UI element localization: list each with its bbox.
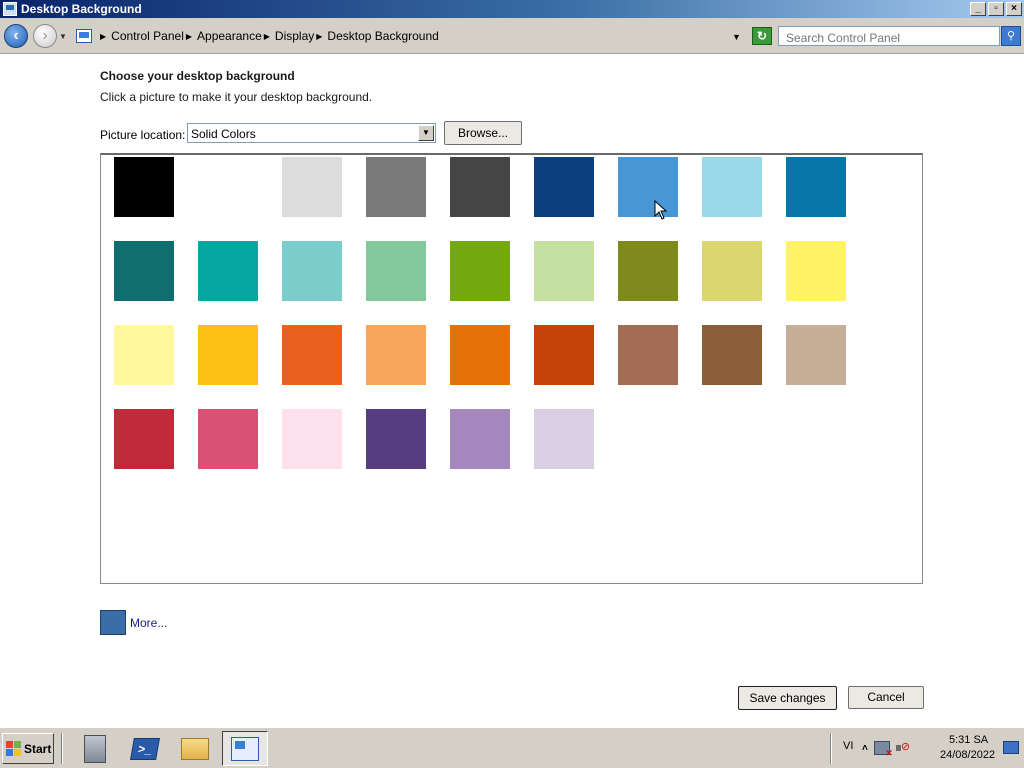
picture-location-value: Solid Colors — [191, 127, 256, 141]
color-swatch[interactable] — [450, 325, 510, 385]
color-swatch[interactable] — [366, 409, 426, 469]
color-swatch[interactable] — [786, 241, 846, 301]
clock-date[interactable]: 24/08/2022 — [940, 749, 995, 761]
refresh-icon[interactable]: ↻ — [752, 27, 772, 45]
forward-arrow-icon[interactable]: › — [33, 24, 57, 48]
recent-pages-dropdown-icon[interactable]: ▼ — [59, 32, 67, 41]
color-swatch[interactable] — [198, 325, 258, 385]
color-swatch[interactable] — [702, 241, 762, 301]
close-button[interactable]: × — [1006, 2, 1022, 16]
taskbar-control-panel[interactable] — [222, 731, 268, 766]
volume-muted-icon[interactable] — [895, 740, 910, 755]
maximize-button[interactable]: ▫ — [988, 2, 1004, 16]
browse-button[interactable]: Browse... — [444, 121, 522, 145]
folder-icon — [181, 737, 209, 760]
show-desktop-icon[interactable] — [1003, 741, 1019, 754]
control-panel-icon — [76, 29, 92, 43]
color-swatch[interactable] — [450, 157, 510, 217]
color-swatch[interactable] — [282, 157, 342, 217]
color-swatch[interactable] — [702, 157, 762, 217]
more-colors-link[interactable]: More... — [130, 616, 167, 630]
breadcrumb-item-appearance[interactable]: Appearance ▶ — [197, 29, 275, 43]
color-swatch[interactable] — [534, 157, 594, 217]
control-panel-icon — [231, 736, 259, 761]
color-swatch[interactable] — [282, 325, 342, 385]
address-breadcrumb[interactable]: ▶ Control Panel ▶ Appearance ▶ Display ▶ De… — [73, 26, 748, 46]
page-title: Choose your desktop background — [100, 69, 295, 83]
taskbar-divider — [61, 733, 63, 764]
more-colors-swatch[interactable] — [100, 610, 126, 635]
save-changes-button[interactable]: Save changes — [738, 686, 837, 710]
picture-location-select[interactable]: Solid Colors ▼ — [187, 123, 436, 143]
control-panel-app-icon — [3, 2, 17, 16]
color-swatch[interactable] — [114, 409, 174, 469]
color-swatch[interactable] — [786, 325, 846, 385]
color-swatch[interactable] — [618, 325, 678, 385]
color-swatch[interactable] — [114, 325, 174, 385]
address-dropdown-icon[interactable]: ▼ — [732, 32, 741, 42]
chevron-down-icon[interactable]: ▼ — [418, 125, 434, 141]
color-swatch[interactable] — [366, 241, 426, 301]
language-indicator[interactable]: VI — [843, 740, 853, 752]
search-input[interactable] — [778, 26, 1000, 46]
chevron-right-icon[interactable]: ▶ — [316, 32, 322, 41]
chevron-right-icon[interactable]: ▶ — [186, 32, 192, 41]
search-icon[interactable]: ⚲ — [1001, 26, 1021, 46]
color-swatch[interactable] — [282, 409, 342, 469]
breadcrumb-item-desktop-background[interactable]: Desktop Background — [327, 29, 438, 43]
color-swatch-grid — [100, 153, 923, 584]
breadcrumb-item-root[interactable]: ▶ — [98, 32, 111, 41]
network-disconnected-icon[interactable] — [873, 741, 893, 759]
system-tray: ˄ — [862, 736, 932, 760]
color-swatch[interactable] — [366, 157, 426, 217]
color-swatch[interactable] — [114, 157, 174, 217]
window-title: Desktop Background — [21, 2, 142, 16]
navigation-bar: ‹ › ▼ ▶ Control Panel ▶ Appearance ▶ Displ… — [0, 18, 1024, 54]
taskbar-divider — [830, 733, 832, 764]
taskbar-server-manager[interactable] — [72, 731, 118, 766]
windows-flag-icon — [6, 740, 22, 757]
color-swatch[interactable] — [198, 409, 258, 469]
color-swatch[interactable] — [534, 325, 594, 385]
server-manager-icon — [84, 734, 106, 763]
color-swatch[interactable] — [618, 157, 678, 217]
back-arrow-icon[interactable]: ‹ — [4, 24, 28, 48]
clock-time[interactable]: 5:31 SA — [949, 734, 988, 746]
color-swatch[interactable] — [282, 241, 342, 301]
mouse-pointer-icon — [654, 200, 668, 220]
color-swatch[interactable] — [702, 325, 762, 385]
color-swatch[interactable] — [618, 241, 678, 301]
breadcrumb-item-control-panel[interactable]: Control Panel ▶ — [111, 29, 197, 43]
window-controls: _ ▫ × — [970, 2, 1022, 16]
chevron-right-icon[interactable]: ▶ — [100, 32, 106, 41]
color-swatch[interactable] — [114, 241, 174, 301]
color-swatch[interactable] — [786, 157, 846, 217]
start-button[interactable]: Start — [2, 733, 54, 764]
color-swatch[interactable] — [198, 157, 258, 217]
color-swatch[interactable] — [450, 241, 510, 301]
color-swatch[interactable] — [198, 241, 258, 301]
color-swatch[interactable] — [534, 241, 594, 301]
color-swatch[interactable] — [366, 325, 426, 385]
chevron-right-icon[interactable]: ▶ — [264, 32, 270, 41]
minimize-button[interactable]: _ — [970, 2, 986, 16]
title-bar: Desktop Background _ ▫ × — [0, 0, 1024, 18]
breadcrumb-item-display[interactable]: Display ▶ — [275, 29, 328, 43]
cancel-button[interactable]: Cancel — [848, 686, 924, 709]
taskbar-explorer[interactable] — [172, 731, 218, 766]
powershell-icon: >_ — [130, 737, 160, 760]
color-swatch[interactable] — [450, 409, 510, 469]
color-swatch[interactable] — [534, 409, 594, 469]
taskbar-powershell[interactable]: >_ — [122, 731, 168, 766]
picture-location-label: Picture location: — [100, 128, 186, 142]
page-instructions: Click a picture to make it your desktop … — [100, 90, 373, 104]
show-hidden-icons-icon[interactable]: ˄ — [862, 743, 868, 754]
taskbar: Start >_ VI ˄ 5:31 SA 24/08/2022 — [0, 727, 1024, 768]
